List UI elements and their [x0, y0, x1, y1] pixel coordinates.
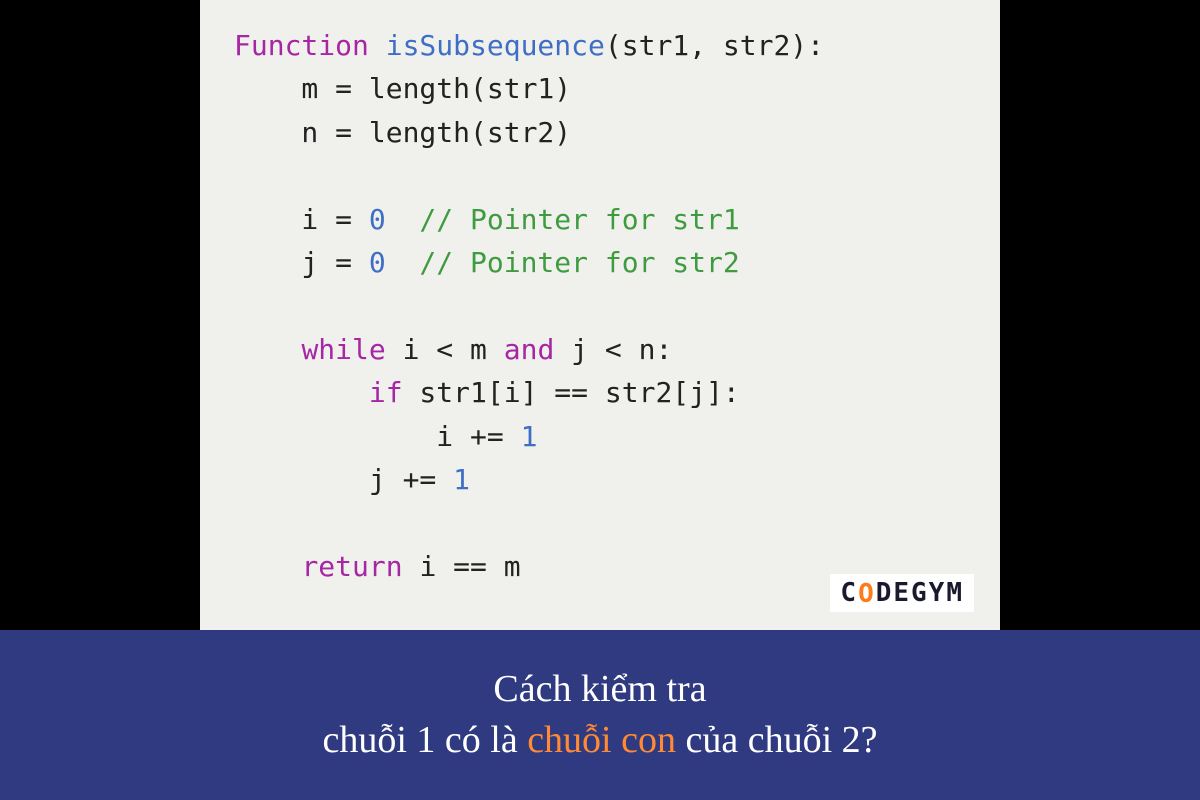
brand-logo: CODEGYM	[830, 574, 974, 612]
caption-line-2: chuỗi 1 có là chuỗi con của chuỗi 2?	[322, 715, 877, 766]
caption-line-1: Cách kiểm tra	[493, 664, 706, 715]
if-cond: str1[i] == str2[j]:	[403, 376, 740, 409]
keyword-if: if	[369, 376, 403, 409]
pseudocode-block: Function isSubsequence(str1, str2): m = …	[234, 24, 980, 588]
literal-zero: 0	[369, 203, 386, 236]
logo-text-pre: C	[840, 578, 858, 608]
stage: Function isSubsequence(str1, str2): m = …	[0, 0, 1200, 800]
caption-text-b: của chuỗi 2?	[676, 719, 878, 761]
comment-j: // Pointer for str2	[386, 246, 740, 279]
line-m: m = length(str1)	[234, 72, 571, 105]
keyword-return: return	[301, 550, 402, 583]
while-cond-b: j < n:	[554, 333, 672, 366]
code-card: Function isSubsequence(str1, str2): m = …	[200, 0, 1000, 630]
line-n: n = length(str2)	[234, 116, 571, 149]
literal-one: 1	[521, 420, 538, 453]
i-assign-lhs: i =	[234, 203, 369, 236]
params: (str1, str2):	[605, 29, 824, 62]
return-expr: i == m	[403, 550, 521, 583]
j-increment-lhs: j +=	[234, 463, 453, 496]
caption-banner: Cách kiểm tra chuỗi 1 có là chuỗi con củ…	[0, 630, 1200, 800]
j-assign-lhs: j =	[234, 246, 369, 279]
caption-highlight: chuỗi con	[527, 719, 676, 761]
keyword-function: Function	[234, 29, 369, 62]
comment-i: // Pointer for str1	[386, 203, 740, 236]
keyword-while: while	[301, 333, 385, 366]
keyword-and: and	[504, 333, 555, 366]
caption-text-a: chuỗi 1 có là	[322, 719, 527, 761]
i-increment-lhs: i +=	[234, 420, 521, 453]
literal-one: 1	[453, 463, 470, 496]
logo-text-post: DEGYM	[876, 578, 964, 608]
literal-zero: 0	[369, 246, 386, 279]
while-cond-a: i < m	[386, 333, 504, 366]
logo-accent-icon: O	[858, 579, 876, 609]
function-name: isSubsequence	[386, 29, 605, 62]
